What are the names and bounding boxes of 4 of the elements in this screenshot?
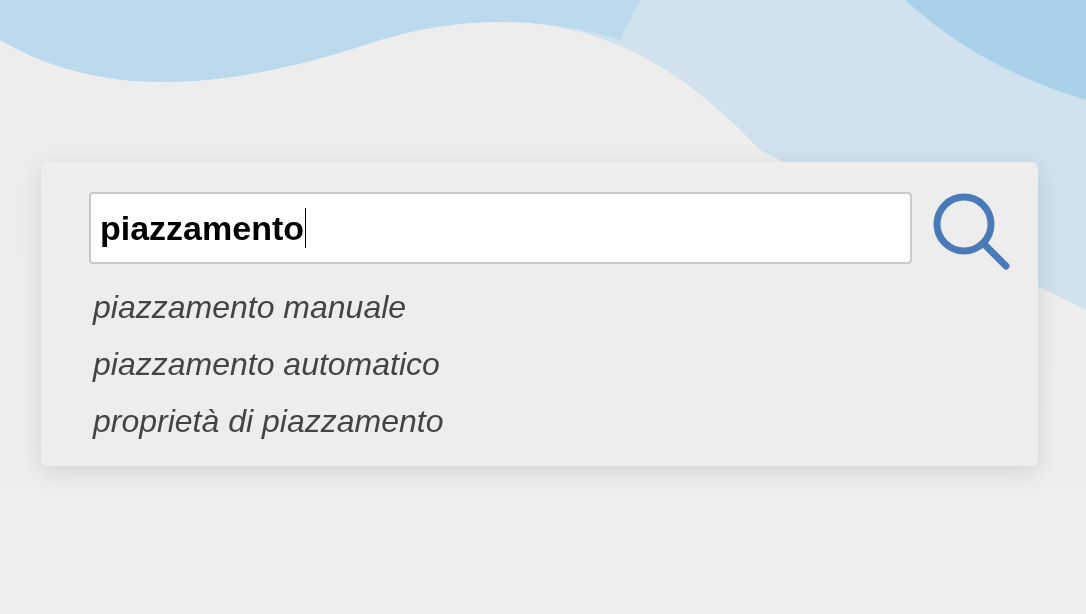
suggestion-item[interactable]: proprietà di piazzamento: [93, 402, 444, 440]
suggestion-item[interactable]: piazzamento manuale: [93, 288, 407, 326]
search-field[interactable]: piazzamento: [89, 192, 912, 264]
suggestion-item[interactable]: piazzamento automatico: [93, 345, 440, 383]
